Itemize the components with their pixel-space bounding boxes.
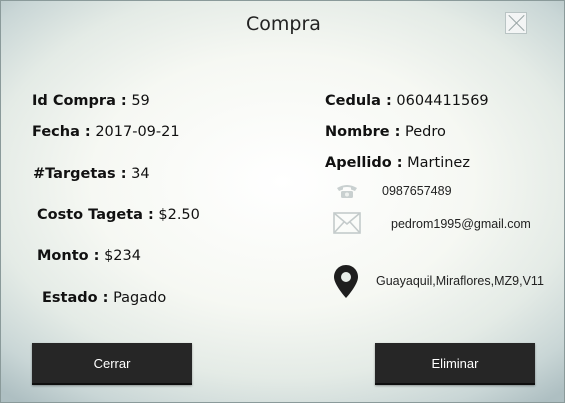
field-apellido: Apellido : Martinez: [325, 155, 470, 171]
costo-tageta-label: Costo Tageta :: [37, 207, 154, 223]
field-costo-tageta: Costo Tageta : $2.50: [37, 207, 200, 223]
fecha-value: 2017-09-21: [95, 124, 180, 140]
targetas-value: 34: [131, 166, 150, 182]
field-monto: Monto : $234: [37, 248, 141, 264]
close-button[interactable]: Cerrar: [32, 343, 192, 385]
id-compra-value: 59: [131, 93, 150, 109]
field-fecha: Fecha : 2017-09-21: [32, 124, 180, 140]
purchase-dialog: Compra Id Compra : 59 Fecha : 2017-09-21…: [0, 0, 565, 403]
field-targetas: #Targetas : 34: [33, 166, 150, 182]
costo-tageta-value: $2.50: [158, 207, 200, 223]
email-icon: [333, 212, 361, 234]
field-estado: Estado : Pagado: [42, 290, 166, 306]
estado-label: Estado :: [42, 290, 109, 306]
phone-text: 0987657489: [382, 184, 452, 198]
field-cedula: Cedula : 0604411569: [325, 93, 489, 109]
monto-value: $234: [104, 248, 141, 264]
cedula-label: Cedula :: [325, 93, 392, 109]
close-icon[interactable]: [505, 12, 527, 34]
fecha-label: Fecha :: [32, 124, 91, 140]
nombre-value: Pedro: [405, 124, 446, 140]
phone-icon: [337, 185, 357, 198]
delete-button[interactable]: Eliminar: [375, 343, 535, 385]
apellido-label: Apellido :: [325, 155, 403, 171]
id-compra-label: Id Compra :: [32, 93, 127, 109]
field-id-compra: Id Compra : 59: [32, 93, 150, 109]
cedula-value: 0604411569: [396, 93, 489, 109]
nombre-label: Nombre :: [325, 124, 401, 140]
email-text: pedrom1995@gmail.com: [391, 217, 531, 231]
field-nombre: Nombre : Pedro: [325, 124, 446, 140]
location-pin-icon: [334, 265, 358, 298]
monto-label: Monto :: [37, 248, 100, 264]
targetas-label: #Targetas :: [33, 166, 127, 182]
address-text: Guayaquil,Miraflores,MZ9,V11: [376, 274, 544, 288]
dialog-title: Compra: [246, 13, 321, 35]
apellido-value: Martinez: [407, 155, 470, 171]
estado-value: Pagado: [113, 290, 167, 306]
